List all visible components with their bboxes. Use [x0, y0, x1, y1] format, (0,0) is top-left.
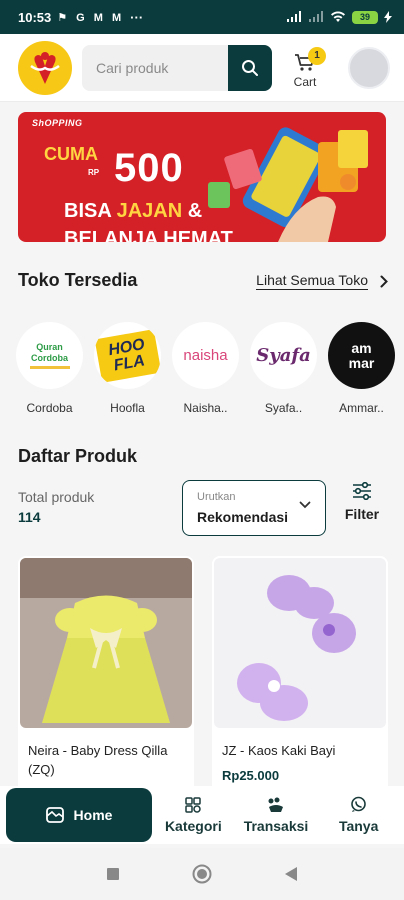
store-logo-text: am mar — [348, 339, 375, 371]
product-card-socks[interactable]: JZ - Kaos Kaki Bayi Rp25.000 — [212, 556, 388, 786]
store-name: Hoofla — [110, 401, 145, 415]
kategori-icon — [185, 796, 202, 813]
nav-tanya[interactable]: Tanya — [317, 788, 400, 842]
store-logo-text: HOO FLA — [94, 328, 161, 383]
store-logo-text: Quran Cordoba — [31, 341, 68, 363]
total-products-value: 114 — [18, 509, 41, 525]
store-logo-hoofla: HOO FLA — [94, 322, 161, 389]
store-item-cordoba[interactable]: Quran Cordoba Cordoba — [16, 322, 83, 422]
nav-home[interactable]: Home — [6, 788, 152, 842]
status-bar: 10:53 ⚑ G M M ··· 39 — [0, 0, 404, 34]
nav-kategori-label: Kategori — [164, 817, 222, 834]
stores-section-title: Toko Tersedia — [18, 270, 138, 290]
banner-line-1-a: BISA — [64, 200, 117, 222]
store-logo-cordoba: Quran Cordoba — [16, 322, 83, 389]
store-item-hoofla[interactable]: HOO FLA Hoofla — [94, 322, 161, 422]
banner-line-1-b: JAJAN — [116, 200, 183, 222]
product-image — [20, 558, 192, 728]
search-button[interactable] — [228, 44, 272, 91]
avatar[interactable] — [348, 46, 390, 89]
products-section-title: Daftar Produk — [18, 446, 138, 466]
status-left: 10:53 ⚑ G M M ··· — [18, 10, 143, 25]
search-bar — [82, 44, 272, 91]
app-logo[interactable] — [18, 40, 72, 95]
main-content[interactable]: ShOPPING CUMA RP 500 BISA JAJAN & BELANJ… — [0, 102, 404, 786]
home-system-icon[interactable] — [192, 864, 212, 884]
banner-currency: RP — [88, 168, 100, 177]
product-card-dress[interactable]: Neira - Baby Dress Qilla (ZQ) — [18, 556, 194, 786]
banner-brand: ShOPPING — [32, 118, 83, 128]
store-logo-ammar: am mar — [328, 322, 395, 389]
bottom-nav: Home Kategori Transaksi Tanya — [0, 786, 404, 844]
cart-count-badge: 1 — [308, 46, 326, 65]
store-name: Naisha.. — [183, 401, 228, 415]
banner-line-1: BISA JAJAN & — [64, 200, 202, 223]
banner-price: 500 — [114, 146, 184, 190]
store-item-ammar[interactable]: am mar Ammar.. — [328, 322, 395, 422]
battery-indicator: 39 — [352, 10, 378, 24]
wifi-icon — [331, 11, 345, 22]
logo-mark-icon — [30, 51, 60, 84]
status-right: 39 — [286, 10, 392, 24]
charging-icon — [384, 11, 392, 23]
status-time: 10:53 — [18, 9, 52, 25]
product-name: Neira - Baby Dress Qilla (ZQ) — [28, 743, 168, 777]
app-header: Cart 1 — [0, 34, 404, 102]
promo-banner[interactable]: ShOPPING CUMA RP 500 BISA JAJAN & BELANJ… — [18, 112, 386, 242]
store-logo-naisha: naisha — [172, 322, 239, 389]
chevron-right-icon — [380, 275, 388, 287]
notification-icons: ⚑ G M M — [57, 11, 125, 24]
store-name: Cordoba — [26, 401, 73, 415]
filter-button[interactable]: Filter — [344, 482, 380, 522]
filter-label: Filter — [344, 506, 380, 522]
store-logo-syafa: Syafa — [250, 322, 317, 389]
banner-line-1-c: & — [182, 200, 203, 222]
product-image — [214, 558, 386, 728]
back-icon[interactable] — [284, 866, 298, 882]
home-icon — [45, 807, 64, 823]
signal-2-icon — [309, 11, 323, 22]
sort-dropdown[interactable]: Urutkan Rekomendasi — [182, 480, 326, 536]
store-list: Quran Cordoba Cordoba HOO FLA Hoofla nai… — [16, 322, 404, 422]
cart-label: Cart — [293, 74, 317, 89]
product-price: Rp25.000 — [222, 768, 280, 783]
store-name: Syafa.. — [264, 401, 303, 415]
nav-home-label: Home — [73, 807, 113, 823]
total-products: Total produk 114 — [18, 489, 94, 525]
more-notifications-indicator: ··· — [130, 9, 144, 25]
nav-transaksi-label: Transaksi — [243, 817, 309, 834]
search-icon — [242, 59, 258, 76]
whatsapp-icon — [351, 796, 366, 812]
cart-button[interactable]: Cart 1 — [284, 43, 326, 93]
store-name: Ammar.. — [339, 401, 384, 415]
nav-tanya-label: Tanya — [338, 818, 379, 834]
see-all-stores-label: Lihat Semua Toko — [256, 272, 368, 290]
filter-icon — [353, 482, 371, 500]
store-item-syafa[interactable]: Syafa Syafa.. — [250, 322, 317, 422]
signal-icon — [287, 11, 301, 22]
sort-label: Urutkan — [197, 491, 236, 503]
banner-cuma: CUMA — [44, 144, 98, 164]
search-input[interactable] — [82, 59, 228, 76]
see-all-stores-link[interactable]: Lihat Semua Toko — [256, 272, 388, 290]
transaksi-icon — [268, 797, 283, 812]
nav-transaksi[interactable]: Transaksi — [235, 788, 318, 842]
product-name: JZ - Kaos Kaki Bayi — [222, 743, 336, 758]
banner-line-2: BELANJA HEMAT — [64, 228, 233, 242]
recents-icon[interactable] — [106, 867, 120, 881]
store-logo-text: naisha — [183, 347, 228, 364]
store-logo-text: Syafa — [256, 345, 311, 366]
nav-kategori[interactable]: Kategori — [152, 788, 235, 842]
system-nav-bar — [0, 848, 404, 900]
store-item-naisha[interactable]: naisha Naisha.. — [172, 322, 239, 422]
banner-illustration — [208, 127, 368, 242]
chevron-down-icon — [299, 501, 311, 509]
total-products-label: Total produk — [18, 489, 95, 505]
sort-value: Rekomendasi — [197, 509, 289, 525]
